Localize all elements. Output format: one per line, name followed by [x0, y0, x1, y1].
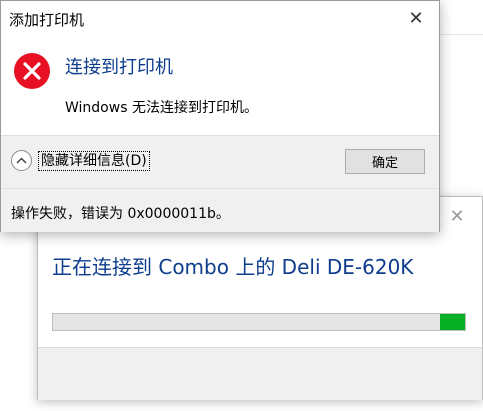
progress-dialog-footer [38, 347, 482, 400]
close-icon[interactable]: ✕ [403, 6, 429, 30]
progress-heading: 正在连接到 Combo 上的 Deli DE-620K [52, 255, 414, 279]
error-details-text: 操作失败，错误为 0x0000011b。 [11, 206, 230, 222]
hide-details-label[interactable]: 隐藏详细信息(D) [38, 150, 150, 171]
details-area: 操作失败，错误为 0x0000011b。 [1, 188, 439, 232]
button-strip: 隐藏详细信息(D) 确定 [1, 135, 439, 188]
hide-details-toggle[interactable]: 隐藏详细信息(D) [11, 150, 150, 171]
progress-bar [52, 313, 466, 331]
add-printer-error-dialog: 添加打印机 ✕ 连接到打印机 Windows 无法连接到打印机。 隐藏详细信息(… [0, 0, 440, 232]
screen: ✕ 正在连接到 Combo 上的 Deli DE-620K 添加打印机 ✕ 连接… [0, 0, 483, 411]
dialog-title: 添加打印机 [9, 11, 85, 29]
ok-button[interactable]: 确定 [345, 149, 425, 174]
title-bar: 添加打印机 ✕ [1, 1, 439, 35]
close-icon[interactable]: ✕ [446, 205, 468, 227]
main-instruction: 连接到打印机 [65, 57, 173, 78]
background-window-edge [440, 34, 483, 35]
progress-bar-fill [440, 314, 465, 330]
chevron-up-icon [11, 150, 32, 171]
error-icon [14, 53, 50, 89]
error-message: Windows 无法连接到打印机。 [65, 100, 258, 116]
